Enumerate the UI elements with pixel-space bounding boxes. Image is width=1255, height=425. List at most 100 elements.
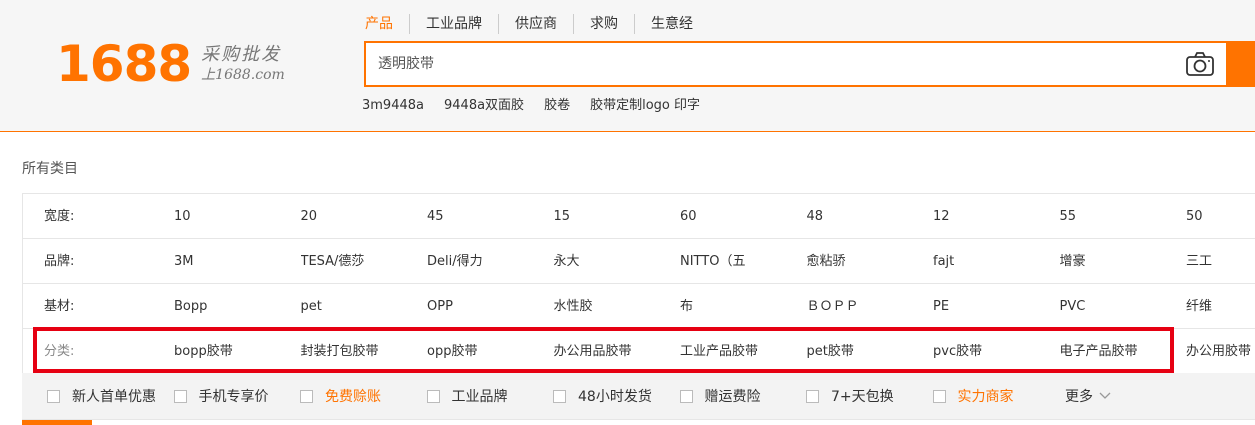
filter-option[interactable]: 45: [427, 194, 554, 239]
option-48h-shipping[interactable]: 48小时发货: [553, 386, 680, 406]
filter-values: bopp胶带 封装打包胶带 opp胶带 办公用品胶带 工业产品胶带 pet胶带 …: [174, 329, 1255, 374]
filter-option[interactable]: 布: [680, 284, 807, 329]
filter-option[interactable]: pvc胶带: [933, 329, 1060, 374]
option-label: 48小时发货: [578, 389, 652, 405]
option-label: 工业品牌: [451, 389, 508, 405]
filter-option[interactable]: 愈粘骄: [807, 239, 934, 284]
filter-option[interactable]: 50: [1186, 194, 1255, 239]
filter-option[interactable]: 15: [554, 194, 681, 239]
search-tab-buy-requests[interactable]: 求购: [573, 14, 634, 34]
checkbox[interactable]: [300, 389, 313, 403]
filter-label: 分类:: [44, 344, 75, 359]
filter-label: 宽度:: [44, 209, 75, 224]
checkbox[interactable]: [173, 389, 187, 403]
filter-option[interactable]: PE: [933, 284, 1060, 329]
filter-option[interactable]: 3M: [174, 239, 301, 284]
hot-word-link[interactable]: 胶卷: [544, 96, 570, 116]
filter-option[interactable]: Bopp: [174, 284, 301, 329]
option-label: 7+天包换: [831, 389, 894, 405]
option-industrial-brand[interactable]: 工业品牌: [426, 386, 554, 406]
option-mobile-price[interactable]: 手机专享价: [173, 386, 301, 406]
chevron-down-icon: [1099, 392, 1111, 399]
more-options-button[interactable]: 更多: [1065, 386, 1111, 406]
site-logo[interactable]: 1688 采购批发 上1688.com: [56, 38, 285, 90]
filter-option[interactable]: 20: [301, 194, 428, 239]
checkbox[interactable]: [932, 389, 946, 403]
filter-option[interactable]: pet: [301, 284, 428, 329]
checkbox[interactable]: [553, 389, 566, 403]
site-header: 1688 采购批发 上1688.com 产品 工业品牌 供应商 求购 生意经 3…: [0, 0, 1255, 132]
option-free-credit[interactable]: 免费赊账: [300, 386, 427, 406]
logo-slogan-line1: 采购批发: [201, 44, 282, 65]
hot-word-link[interactable]: 胶带定制logo 印字: [590, 96, 700, 116]
filter-option[interactable]: NITTO（五: [680, 239, 807, 284]
search-input[interactable]: [366, 43, 1176, 85]
filter-option[interactable]: 办公用品胶带: [554, 329, 681, 374]
filter-values: Bopp pet OPP 水性胶 布 ＢＯＰＰ PE PVC 纤维: [174, 284, 1255, 329]
filter-table: 宽度: 10 20 45 15 60 48 12 55 50 品牌: 3M TE…: [22, 193, 1255, 374]
filter-option[interactable]: pet胶带: [807, 329, 934, 374]
filter-option[interactable]: TESA/德莎: [301, 239, 428, 284]
filter-option[interactable]: 48: [807, 194, 934, 239]
logo-number: 1688: [56, 35, 192, 93]
filter-option[interactable]: ＢＯＰＰ: [807, 284, 934, 329]
service-option-bar: 新人首单优惠 手机专享价 免费赊账 工业品牌 48小时发货 赠运费险 7+天包换…: [22, 373, 1255, 419]
search-submit-button[interactable]: [1226, 41, 1255, 87]
filter-values: 10 20 45 15 60 48 12 55 50: [174, 194, 1255, 239]
filter-option[interactable]: 纤维: [1186, 284, 1255, 329]
filter-option[interactable]: 三工: [1186, 239, 1255, 284]
filter-option[interactable]: PVC: [1060, 284, 1187, 329]
filter-row-category: 分类: bopp胶带 封装打包胶带 opp胶带 办公用品胶带 工业产品胶带 pe…: [23, 329, 1255, 374]
filter-option[interactable]: 12: [933, 194, 1060, 239]
hot-search-words: 3m9448a 9448a双面胶 胶卷 胶带定制logo 印字: [362, 96, 720, 116]
option-label: 新人首单优惠: [72, 389, 156, 405]
search-box: [364, 41, 1255, 87]
filter-option[interactable]: opp胶带: [427, 329, 554, 374]
filter-row-brand: 品牌: 3M TESA/德莎 Deli/得力 永大 NITTO（五 愈粘骄 fa…: [23, 239, 1255, 284]
option-new-customer-discount[interactable]: 新人首单优惠: [47, 386, 174, 406]
sort-tab-strip: [22, 419, 1255, 425]
option-label: 免费赊账: [325, 389, 381, 405]
checkbox[interactable]: [47, 389, 60, 403]
filter-row-material: 基材: Bopp pet OPP 水性胶 布 ＢＯＰＰ PE PVC 纤维: [23, 284, 1255, 329]
filter-option[interactable]: 55: [1060, 194, 1187, 239]
search-tab-industrial-brands[interactable]: 工业品牌: [409, 14, 498, 34]
filter-option[interactable]: 增豪: [1060, 239, 1187, 284]
filter-option[interactable]: 工业产品胶带: [680, 329, 807, 374]
checkbox[interactable]: [679, 389, 693, 403]
logo-slogan-line2: 上1688.com: [201, 67, 285, 83]
option-shipping-insurance[interactable]: 赠运费险: [679, 386, 807, 406]
search-tab-products[interactable]: 产品: [365, 14, 409, 34]
filter-row-width: 宽度: 10 20 45 15 60 48 12 55 50: [23, 194, 1255, 239]
filter-option[interactable]: 10: [174, 194, 301, 239]
checkbox[interactable]: [426, 389, 440, 403]
filter-option[interactable]: 60: [680, 194, 807, 239]
filter-option[interactable]: 封装打包胶带: [301, 329, 428, 374]
option-label: 赠运费险: [704, 389, 761, 405]
filter-option[interactable]: OPP: [427, 284, 554, 329]
filter-option[interactable]: Deli/得力: [427, 239, 554, 284]
filter-option[interactable]: fajt: [933, 239, 1060, 284]
active-sort-tab-indicator[interactable]: [22, 420, 92, 425]
logo-slogan: 采购批发 上1688.com: [201, 44, 285, 84]
option-label: 实力商家: [957, 389, 1014, 405]
hot-word-link[interactable]: 3m9448a: [362, 96, 424, 116]
search-tab-business-tips[interactable]: 生意经: [634, 14, 709, 34]
hot-word-link[interactable]: 9448a双面胶: [444, 96, 524, 116]
filter-option[interactable]: 永大: [554, 239, 681, 284]
filter-option[interactable]: 办公用胶带: [1186, 329, 1255, 374]
option-7-day-exchange[interactable]: 7+天包换: [806, 386, 933, 406]
option-label: 手机专享价: [198, 389, 269, 405]
option-strong-merchant[interactable]: 实力商家: [932, 386, 1060, 406]
filter-option[interactable]: 水性胶: [554, 284, 681, 329]
checkbox[interactable]: [806, 389, 819, 403]
filter-label: 基材:: [44, 299, 75, 314]
camera-icon[interactable]: [1185, 51, 1215, 77]
filter-values: 3M TESA/德莎 Deli/得力 永大 NITTO（五 愈粘骄 fajt 增…: [174, 239, 1255, 284]
filter-option[interactable]: bopp胶带: [174, 329, 301, 374]
search-type-tabs: 产品 工业品牌 供应商 求购 生意经: [365, 13, 709, 35]
more-label: 更多: [1065, 389, 1093, 405]
search-tab-suppliers[interactable]: 供应商: [498, 14, 573, 34]
filter-option[interactable]: 电子产品胶带: [1060, 329, 1187, 374]
breadcrumb-all-categories[interactable]: 所有类目: [22, 158, 78, 178]
